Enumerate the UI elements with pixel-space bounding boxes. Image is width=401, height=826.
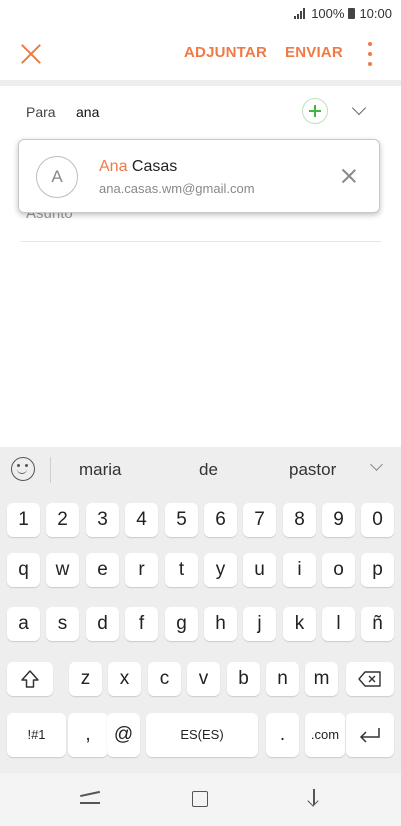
enter-icon bbox=[359, 728, 380, 743]
chevron-down-icon[interactable] bbox=[370, 458, 383, 471]
to-label: Para bbox=[26, 104, 56, 120]
battery-percent: 100% bbox=[311, 6, 345, 21]
prediction-2[interactable]: de bbox=[199, 460, 218, 480]
key-l[interactable]: l bbox=[322, 607, 355, 641]
prediction-3[interactable]: pastor bbox=[289, 460, 336, 480]
key-6[interactable]: 6 bbox=[204, 503, 237, 537]
key-4[interactable]: 4 bbox=[125, 503, 158, 537]
key-7[interactable]: 7 bbox=[243, 503, 276, 537]
key-a[interactable]: a bbox=[7, 607, 40, 641]
key-comma[interactable]: , bbox=[68, 713, 108, 757]
key-d[interactable]: d bbox=[86, 607, 119, 641]
battery-icon bbox=[348, 8, 356, 19]
shift-icon bbox=[21, 670, 39, 688]
more-options-icon[interactable] bbox=[367, 42, 373, 66]
key-i[interactable]: i bbox=[283, 553, 316, 587]
recipient-row: Para ana bbox=[0, 96, 401, 130]
compose-toolbar: ADJUNTAR ENVIAR bbox=[0, 28, 401, 80]
navigation-bar bbox=[0, 773, 401, 826]
clock: 10:00 bbox=[359, 6, 392, 21]
dismiss-suggestion-icon[interactable] bbox=[341, 168, 357, 184]
name-rest: Casas bbox=[127, 158, 178, 175]
key-r[interactable]: r bbox=[125, 553, 158, 587]
key-k[interactable]: k bbox=[283, 607, 316, 641]
signal-icon bbox=[294, 8, 306, 19]
key-o[interactable]: o bbox=[322, 553, 355, 587]
key-5[interactable]: 5 bbox=[165, 503, 198, 537]
key-u[interactable]: u bbox=[243, 553, 276, 587]
suggestion-name: Ana Casas bbox=[99, 158, 177, 176]
key-m[interactable]: m bbox=[305, 662, 338, 696]
key-9[interactable]: 9 bbox=[322, 503, 355, 537]
close-icon[interactable] bbox=[18, 41, 44, 67]
recent-apps-icon[interactable] bbox=[80, 790, 100, 806]
key-j[interactable]: j bbox=[243, 607, 276, 641]
key-g[interactable]: g bbox=[165, 607, 198, 641]
key-w[interactable]: w bbox=[46, 553, 79, 587]
back-icon[interactable] bbox=[306, 789, 322, 807]
key-2[interactable]: 2 bbox=[46, 503, 79, 537]
key-period[interactable]: . bbox=[266, 713, 299, 757]
backspace-key[interactable] bbox=[346, 662, 394, 696]
space-key[interactable]: ES(ES) bbox=[146, 713, 258, 757]
key-n-tilde[interactable]: ñ bbox=[361, 607, 394, 641]
name-match-highlight: Ana bbox=[99, 158, 128, 175]
subject-underline bbox=[20, 241, 381, 242]
enter-key[interactable] bbox=[346, 713, 394, 757]
status-bar: 100% 10:00 bbox=[0, 0, 401, 28]
key-t[interactable]: t bbox=[165, 553, 198, 587]
key-h[interactable]: h bbox=[204, 607, 237, 641]
keyboard: maria de pastor 1 2 3 4 5 6 7 8 9 0 q w … bbox=[0, 447, 401, 773]
key-z[interactable]: z bbox=[69, 662, 102, 696]
key-dotcom[interactable]: .com bbox=[305, 713, 345, 757]
prediction-1[interactable]: maria bbox=[79, 460, 122, 480]
key-8[interactable]: 8 bbox=[283, 503, 316, 537]
symbols-key[interactable]: !#1 bbox=[7, 713, 66, 757]
emoji-icon[interactable] bbox=[11, 457, 35, 481]
key-1[interactable]: 1 bbox=[7, 503, 40, 537]
send-button[interactable]: ENVIAR bbox=[285, 44, 343, 61]
add-contact-icon[interactable] bbox=[302, 98, 328, 124]
key-s[interactable]: s bbox=[46, 607, 79, 641]
recipient-input[interactable]: ana bbox=[76, 104, 99, 120]
shift-key[interactable] bbox=[7, 662, 53, 696]
key-v[interactable]: v bbox=[187, 662, 220, 696]
home-icon[interactable] bbox=[192, 791, 208, 807]
key-b[interactable]: b bbox=[227, 662, 260, 696]
divider bbox=[50, 457, 51, 483]
key-n[interactable]: n bbox=[266, 662, 299, 696]
divider bbox=[0, 80, 401, 86]
key-p[interactable]: p bbox=[361, 553, 394, 587]
avatar: A bbox=[36, 156, 78, 198]
key-q[interactable]: q bbox=[7, 553, 40, 587]
key-x[interactable]: x bbox=[108, 662, 141, 696]
key-c[interactable]: c bbox=[148, 662, 181, 696]
backspace-icon bbox=[358, 671, 381, 687]
key-3[interactable]: 3 bbox=[86, 503, 119, 537]
key-f[interactable]: f bbox=[125, 607, 158, 641]
key-at[interactable]: @ bbox=[107, 713, 140, 757]
contact-suggestion[interactable]: A Ana Casas ana.casas.wm@gmail.com bbox=[18, 139, 380, 213]
attach-button[interactable]: ADJUNTAR bbox=[184, 44, 267, 61]
chevron-down-icon[interactable] bbox=[351, 100, 367, 116]
key-e[interactable]: e bbox=[86, 553, 119, 587]
suggestion-email: ana.casas.wm@gmail.com bbox=[99, 181, 255, 196]
prediction-bar: maria de pastor bbox=[0, 447, 401, 495]
key-y[interactable]: y bbox=[204, 553, 237, 587]
key-0[interactable]: 0 bbox=[361, 503, 394, 537]
